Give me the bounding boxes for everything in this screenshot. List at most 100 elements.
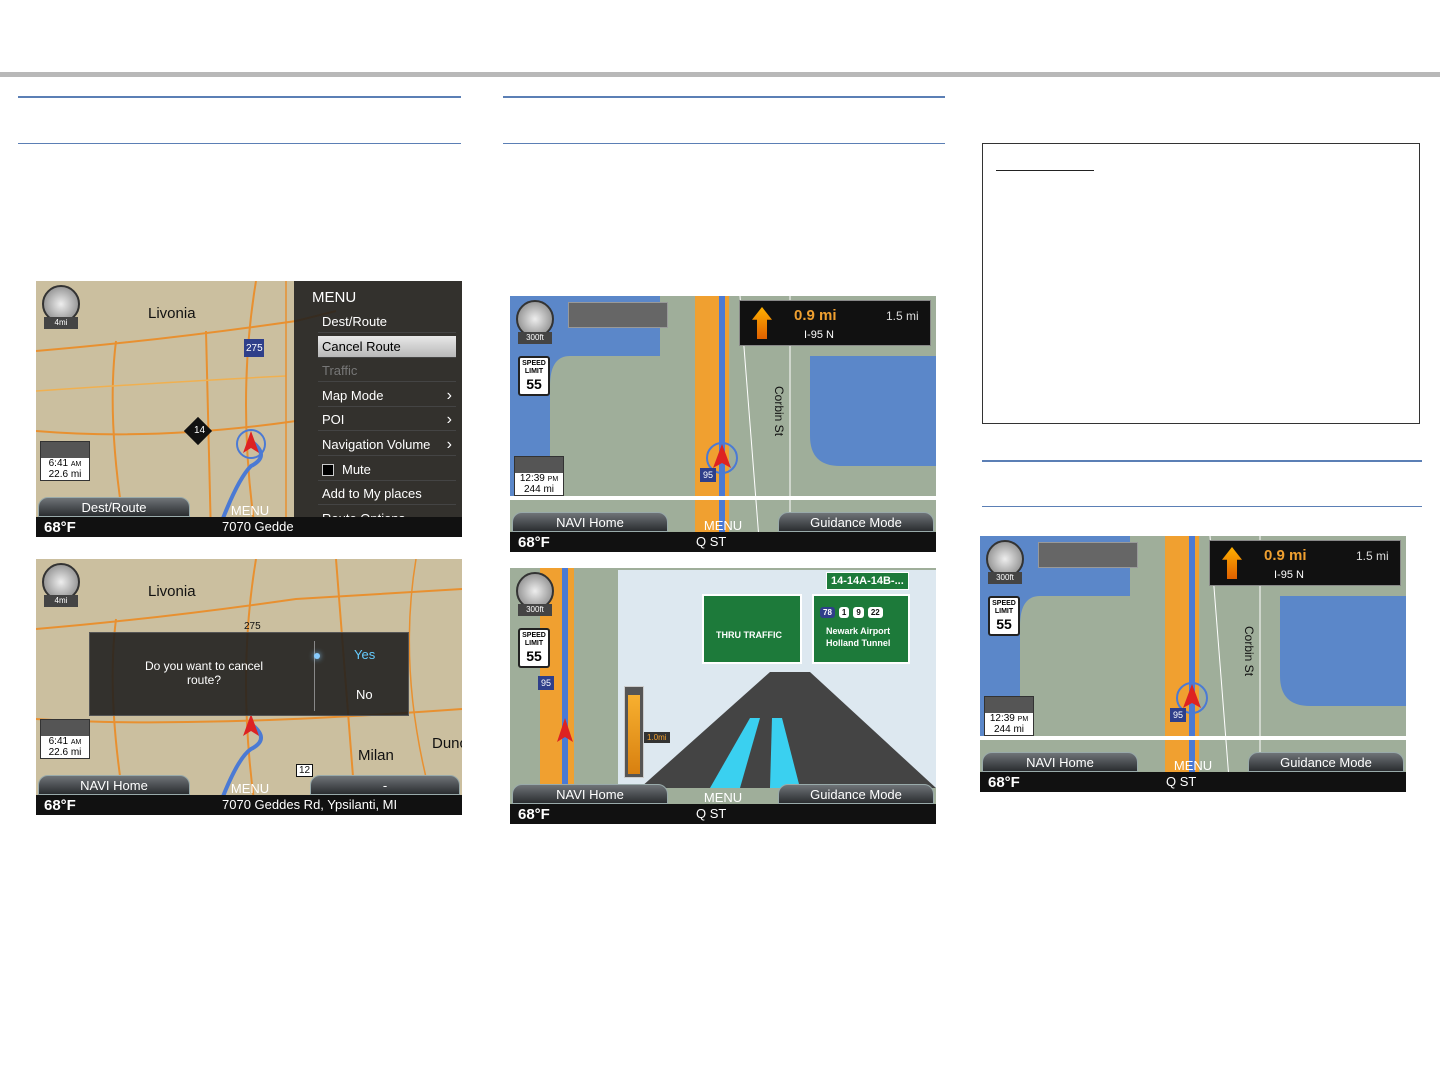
next-turn-panel: 0.9 mi 1.5 mi I-95 N — [1209, 540, 1401, 586]
softkey-bar: NAVI Home MENU Guidance Mode — [980, 752, 1406, 773]
status-bar: 68°F Q ST — [980, 772, 1406, 792]
map-place-label: Livonia — [148, 583, 196, 600]
dest-route-softkey[interactable]: Dest/Route — [38, 497, 190, 517]
remaining-distance: 244 mi — [523, 484, 554, 495]
temperature: 68°F — [44, 519, 76, 536]
section-rule — [503, 96, 945, 98]
selection-glow-icon — [314, 653, 320, 659]
route-progress-icon — [41, 720, 89, 736]
arrival-time: 12:39 — [989, 713, 1015, 724]
arrival-ampm: PM — [1017, 716, 1029, 723]
distance-progress-bar — [624, 686, 644, 778]
menu-softkey[interactable]: MENU — [668, 784, 778, 805]
menu-item-label: Map Mode — [322, 387, 384, 403]
menu-item-label: Dest/Route — [322, 314, 388, 329]
status-bar: 68°F 7070 Gedde — [36, 517, 462, 537]
menu-item[interactable]: Cancel Route — [318, 335, 456, 358]
dialog-question: Do you want to cancel route? — [144, 659, 264, 687]
dialog-divider — [314, 641, 315, 711]
guidance-mode-softkey[interactable]: Guidance Mode — [778, 512, 934, 532]
map-place-label: Dunc — [432, 735, 462, 752]
chevron-right-icon: › — [446, 411, 452, 429]
menu-item-label: Cancel Route — [322, 338, 401, 354]
arrival-time: 12:39 — [519, 473, 545, 484]
speed-limit-value: 55 — [526, 376, 542, 392]
chevron-right-icon: › — [446, 386, 452, 404]
interstate-shield: 95 — [700, 468, 717, 482]
arrival-time: 6:41 — [48, 736, 69, 747]
highway-shield-14: 14 — [194, 425, 206, 436]
map-scale: 300ft — [988, 572, 1022, 584]
time-distance-box: 12:39 PM 244 mi — [514, 456, 564, 496]
remaining-distance: 22.6 mi — [48, 747, 82, 758]
guidance-mode-softkey[interactable]: Guidance Mode — [778, 784, 934, 804]
menu-softkey[interactable]: MENU — [190, 775, 310, 796]
map-place-label: Livonia — [148, 305, 196, 322]
yes-button[interactable]: Yes — [354, 647, 375, 662]
map-place-label: Milan — [358, 747, 394, 764]
map-scale: 300ft — [518, 332, 552, 344]
next-maneuver-distance: 0.9 mi — [1264, 547, 1307, 564]
nav-screen-cancel-dialog: 4mi Livonia 275 Do you want to cancel ro… — [36, 559, 462, 815]
menu-item[interactable]: Mute — [318, 459, 456, 481]
temperature: 68°F — [518, 534, 550, 551]
right-softkey[interactable]: - — [310, 775, 460, 795]
menu-item[interactable]: POI › — [318, 409, 456, 432]
thru-traffic-sign: THRU TRAFFIC — [702, 594, 802, 664]
route-progress-icon — [515, 457, 563, 473]
navi-home-softkey[interactable]: NAVI Home — [38, 775, 190, 795]
mute-checkbox[interactable] — [322, 464, 334, 477]
thru-traffic-label: THRU TRAFFIC — [716, 630, 782, 640]
map-scale: 300ft — [518, 604, 552, 616]
navi-home-softkey[interactable]: NAVI Home — [512, 512, 668, 532]
straight-arrow-icon — [1222, 547, 1242, 579]
menu-item-label: POI — [322, 412, 345, 428]
distance-progress-fill — [628, 694, 640, 774]
menu-softkey[interactable]: MENU — [668, 512, 778, 533]
current-address: 7070 Geddes Rd, Ypsilanti, MI — [222, 797, 398, 812]
menu-item[interactable]: Map Mode › — [318, 385, 456, 407]
exit-destination-sign: 78 1 9 22 Newark Airport Holland Tunnel — [812, 594, 910, 664]
speed-limit-label: SPEED LIMIT — [992, 600, 1016, 615]
interstate-shield: 95 — [1170, 708, 1187, 722]
nav-screen-menu: 4mi Livonia 275 14 6:41 AM 22.6 mi MENU … — [36, 281, 462, 537]
guidance-mode-softkey[interactable]: Guidance Mode — [1248, 752, 1404, 772]
street-label: Corbin St — [1242, 626, 1256, 677]
section-rule — [18, 96, 461, 98]
road-name: I-95 N — [804, 329, 834, 341]
straight-arrow-icon — [752, 307, 772, 339]
menu-item[interactable]: Navigation Volume › — [318, 434, 456, 456]
section-rule — [982, 506, 1422, 507]
route-progress-icon — [41, 442, 89, 458]
exit-number-sign: 14-14A-14B-... — [826, 572, 909, 590]
next-turn-panel: 0.9 mi 1.5 mi I-95 N — [739, 300, 931, 346]
interstate-shield: 95 — [538, 676, 555, 690]
cancel-route-dialog: Do you want to cancel route? Yes No — [89, 632, 409, 716]
destination-name: Q ST — [696, 534, 727, 549]
top-divider — [0, 72, 1440, 77]
route-shield: 1 — [838, 607, 850, 618]
navi-home-softkey[interactable]: NAVI Home — [982, 752, 1138, 772]
status-bar: 68°F Q ST — [510, 532, 936, 552]
temperature: 68°F — [988, 774, 1020, 791]
menu-softkey[interactable]: MENU — [1138, 752, 1248, 773]
chevron-right-icon: › — [446, 436, 452, 453]
no-button[interactable]: No — [356, 687, 373, 702]
temperature: 68°F — [518, 806, 550, 823]
menu-item-label: Mute — [342, 461, 371, 477]
status-bar: 68°F Q ST — [510, 804, 936, 824]
map-scale: 4mi — [44, 595, 78, 607]
nav-screen-junction-view: 300ft SPEED LIMIT 55 95 14-14A-14B-... T… — [510, 568, 936, 824]
navi-home-softkey[interactable]: NAVI Home — [512, 784, 668, 804]
menu-item[interactable]: Dest/Route — [318, 311, 456, 333]
menu-softkey[interactable]: MENU — [190, 497, 310, 518]
softkey-bar: NAVI Home MENU Guidance Mode — [510, 512, 936, 533]
remaining-distance: 244 mi — [993, 724, 1024, 735]
menu-item-label: Traffic — [322, 363, 358, 379]
second-maneuver-distance: 1.5 mi — [886, 309, 919, 323]
menu-item: Traffic — [318, 360, 456, 383]
section-rule — [503, 143, 945, 144]
arrival-time: 6:41 — [48, 458, 69, 469]
exit-destination-line1: Newark Airport — [826, 626, 891, 636]
route-shields: 78 1 9 22 — [820, 602, 887, 620]
